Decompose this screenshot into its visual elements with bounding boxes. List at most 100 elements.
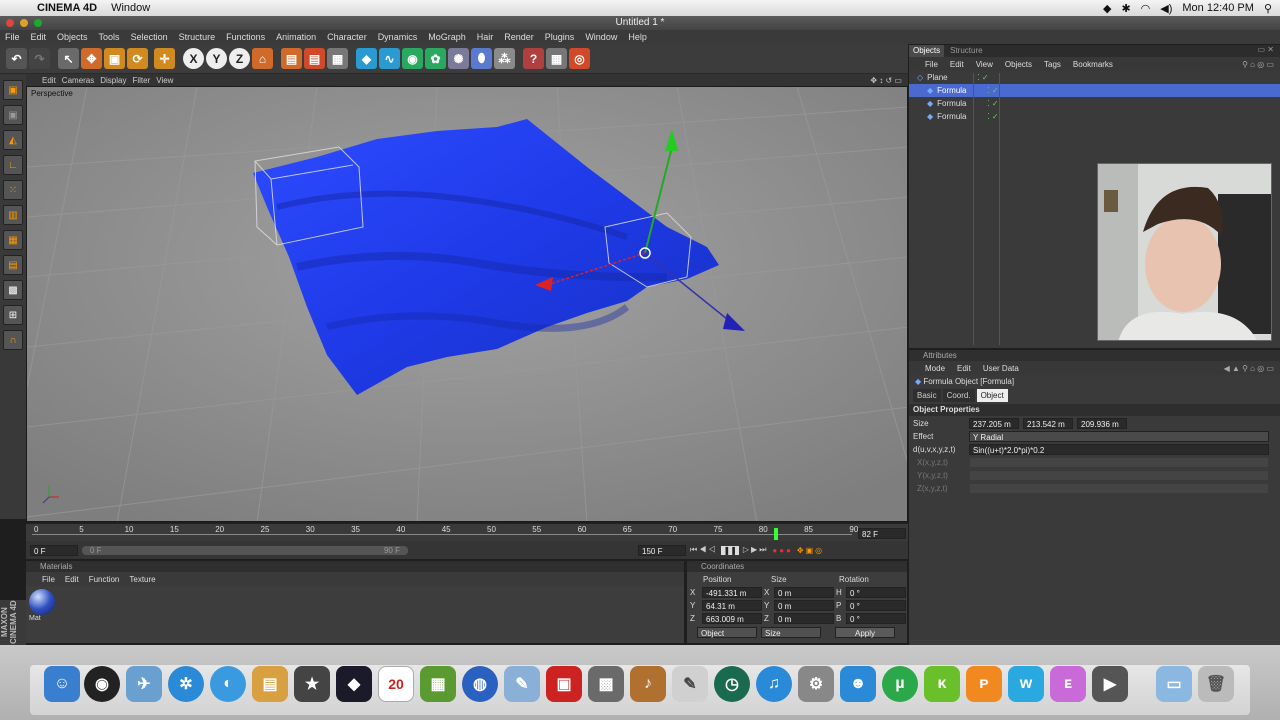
- redo-icon[interactable]: ↷: [29, 48, 50, 69]
- materials-menu-edit[interactable]: Edit: [65, 575, 79, 584]
- record-buttons[interactable]: ●●●: [772, 546, 793, 555]
- viewport[interactable]: Perspective: [26, 86, 908, 522]
- tab-objects[interactable]: Objects: [909, 45, 945, 57]
- current-frame-field[interactable]: 82 F: [858, 528, 906, 539]
- menu-structure[interactable]: Structure: [174, 32, 222, 42]
- size-field[interactable]: 0 m: [774, 613, 834, 624]
- app-e-icon[interactable]: ᴇ: [1050, 666, 1086, 702]
- size-z-field[interactable]: 209.936 m: [1077, 418, 1127, 429]
- menu-help[interactable]: Help: [623, 32, 653, 42]
- messages-contacts-icon[interactable]: ☻: [840, 666, 876, 702]
- app-k-icon[interactable]: ᴋ: [924, 666, 960, 702]
- tab-structure[interactable]: Structure: [944, 45, 988, 57]
- objects-menu-objects[interactable]: Objects: [1005, 60, 1032, 69]
- rotation-field[interactable]: 0 °: [846, 600, 906, 611]
- objects-search-icon[interactable]: ⚲ ⌂ ◎ ▭: [1242, 60, 1280, 69]
- scene-icon[interactable]: ⬮: [471, 48, 492, 69]
- objects-menu-edit[interactable]: Edit: [950, 60, 964, 69]
- viewport-menu-cameras[interactable]: Cameras: [62, 76, 100, 85]
- object-row-formula[interactable]: ◆ Formula ⁚ ✓: [909, 110, 1280, 123]
- model-mode-icon[interactable]: ▣: [3, 80, 23, 100]
- facetime-icon[interactable]: ◐: [210, 666, 246, 702]
- start-frame-field[interactable]: 0 F: [30, 544, 78, 556]
- menu-file[interactable]: File: [0, 32, 26, 42]
- minecraft-icon[interactable]: ▦: [420, 666, 456, 702]
- clock[interactable]: Mon 12:40 PM: [1182, 2, 1254, 14]
- menu-functions[interactable]: Functions: [221, 32, 271, 42]
- visibility-dots[interactable]: ⁚ ✓: [987, 112, 998, 121]
- rotate-tool-icon[interactable]: ⟳: [127, 48, 148, 69]
- photo-booth-icon[interactable]: ▣: [546, 666, 582, 702]
- menu-plugins[interactable]: Plugins: [540, 32, 581, 42]
- world-coords-icon[interactable]: ⌂: [252, 48, 273, 69]
- object-row-plane[interactable]: ◇ Plane ⁚ ✓: [909, 71, 1280, 84]
- app-w-icon[interactable]: ᴡ: [1008, 666, 1044, 702]
- panel-window-icons[interactable]: ▭ ✕: [1258, 45, 1280, 57]
- array-icon[interactable]: ✿: [425, 48, 446, 69]
- safari-icon[interactable]: ✲: [168, 666, 204, 702]
- iphoto-icon[interactable]: ▩: [588, 666, 624, 702]
- light-icon[interactable]: ⁂: [494, 48, 515, 69]
- object-mode-icon[interactable]: ▣: [3, 105, 23, 125]
- object-row-formula[interactable]: ◆ Formula ⁚ ✓: [909, 97, 1280, 110]
- visibility-dots[interactable]: ⁚ ✓: [977, 73, 988, 82]
- menu-selection[interactable]: Selection: [126, 32, 174, 42]
- move-tool-icon[interactable]: ✥: [81, 48, 102, 69]
- magnet-icon[interactable]: ∩: [3, 330, 23, 350]
- position-field[interactable]: 663.009 m: [702, 613, 762, 624]
- minimize-window-button[interactable]: [20, 19, 28, 27]
- menu-mograph[interactable]: MoGraph: [423, 32, 472, 42]
- coord-size-select[interactable]: Size: [761, 627, 821, 638]
- tab-coord[interactable]: Coord.: [942, 389, 975, 402]
- spotlight-icon[interactable]: ⚲: [1264, 2, 1272, 15]
- forward-controls[interactable]: ▷▶⏭: [743, 545, 769, 555]
- checker-icon[interactable]: ▩: [3, 280, 23, 300]
- undo-icon[interactable]: ↶: [6, 48, 27, 69]
- menu-objects[interactable]: Objects: [52, 32, 94, 42]
- menu-hair[interactable]: Hair: [472, 32, 500, 42]
- time-machine-icon[interactable]: ◷: [714, 666, 750, 702]
- axis-mode-icon[interactable]: ∟: [3, 155, 23, 175]
- viewport-menu-display[interactable]: Display: [100, 76, 132, 85]
- apply-button[interactable]: Apply: [835, 627, 895, 638]
- app-globe-icon[interactable]: ◍: [462, 666, 498, 702]
- plugin-icon[interactable]: ◎: [569, 48, 590, 69]
- menu-dynamics[interactable]: Dynamics: [373, 32, 424, 42]
- calendar-icon[interactable]: 20: [378, 666, 414, 702]
- effect-dropdown[interactable]: Y Radial: [969, 431, 1269, 442]
- position-field[interactable]: 64.31 m: [702, 600, 762, 611]
- attributes-nav-icons[interactable]: ◀ ▲ ⚲ ⌂ ◎ ▭: [1224, 364, 1280, 373]
- menu-animation[interactable]: Animation: [271, 32, 322, 42]
- object-row-formula[interactable]: ◆ Formula ⁚ ✓: [909, 84, 1280, 97]
- d-formula-field[interactable]: Sin((u+t)*2.0*pi)*0.2: [969, 444, 1269, 455]
- texture-mode-icon[interactable]: ◭: [3, 130, 23, 150]
- coord-mode-select[interactable]: Object: [697, 627, 757, 638]
- objects-menu-view[interactable]: View: [976, 60, 993, 69]
- dashboard-icon[interactable]: ◉: [84, 666, 120, 702]
- bluetooth-icon[interactable]: ✱: [1121, 2, 1130, 15]
- viewport-nav-icons[interactable]: ✥ ↕ ↺ ▭: [870, 76, 908, 85]
- system-preferences-icon[interactable]: ⚙: [798, 666, 834, 702]
- viewport-menu-edit[interactable]: Edit: [42, 76, 62, 85]
- size-field[interactable]: 0 m: [774, 587, 834, 598]
- scale-tool-icon[interactable]: ▣: [104, 48, 125, 69]
- visibility-dots[interactable]: ⁚ ✓: [987, 99, 998, 108]
- edges-mode-icon[interactable]: ▥: [3, 205, 23, 225]
- help-icon[interactable]: ?: [523, 48, 544, 69]
- close-window-button[interactable]: [6, 19, 14, 27]
- size-x-field[interactable]: 237.205 m: [969, 418, 1019, 429]
- rotation-field[interactable]: 0 °: [846, 613, 906, 624]
- points-mode-icon[interactable]: ⁙: [3, 180, 23, 200]
- rotation-field[interactable]: 0 °: [846, 587, 906, 598]
- materials-menu-texture[interactable]: Texture: [129, 575, 155, 584]
- menu-character[interactable]: Character: [322, 32, 373, 42]
- transport-controls[interactable]: ⏮◀◁: [690, 545, 717, 555]
- position-field[interactable]: -491.331 m: [702, 587, 762, 598]
- attributes-menu-user-data[interactable]: User Data: [983, 364, 1019, 373]
- textedit-icon[interactable]: ✎: [672, 666, 708, 702]
- video-app-icon[interactable]: ▶: [1092, 666, 1128, 702]
- attributes-menu-mode[interactable]: Mode: [925, 364, 945, 373]
- app-p-icon[interactable]: ᴘ: [966, 666, 1002, 702]
- menu-window[interactable]: Window: [580, 32, 623, 42]
- preview-icon[interactable]: ✎: [504, 666, 540, 702]
